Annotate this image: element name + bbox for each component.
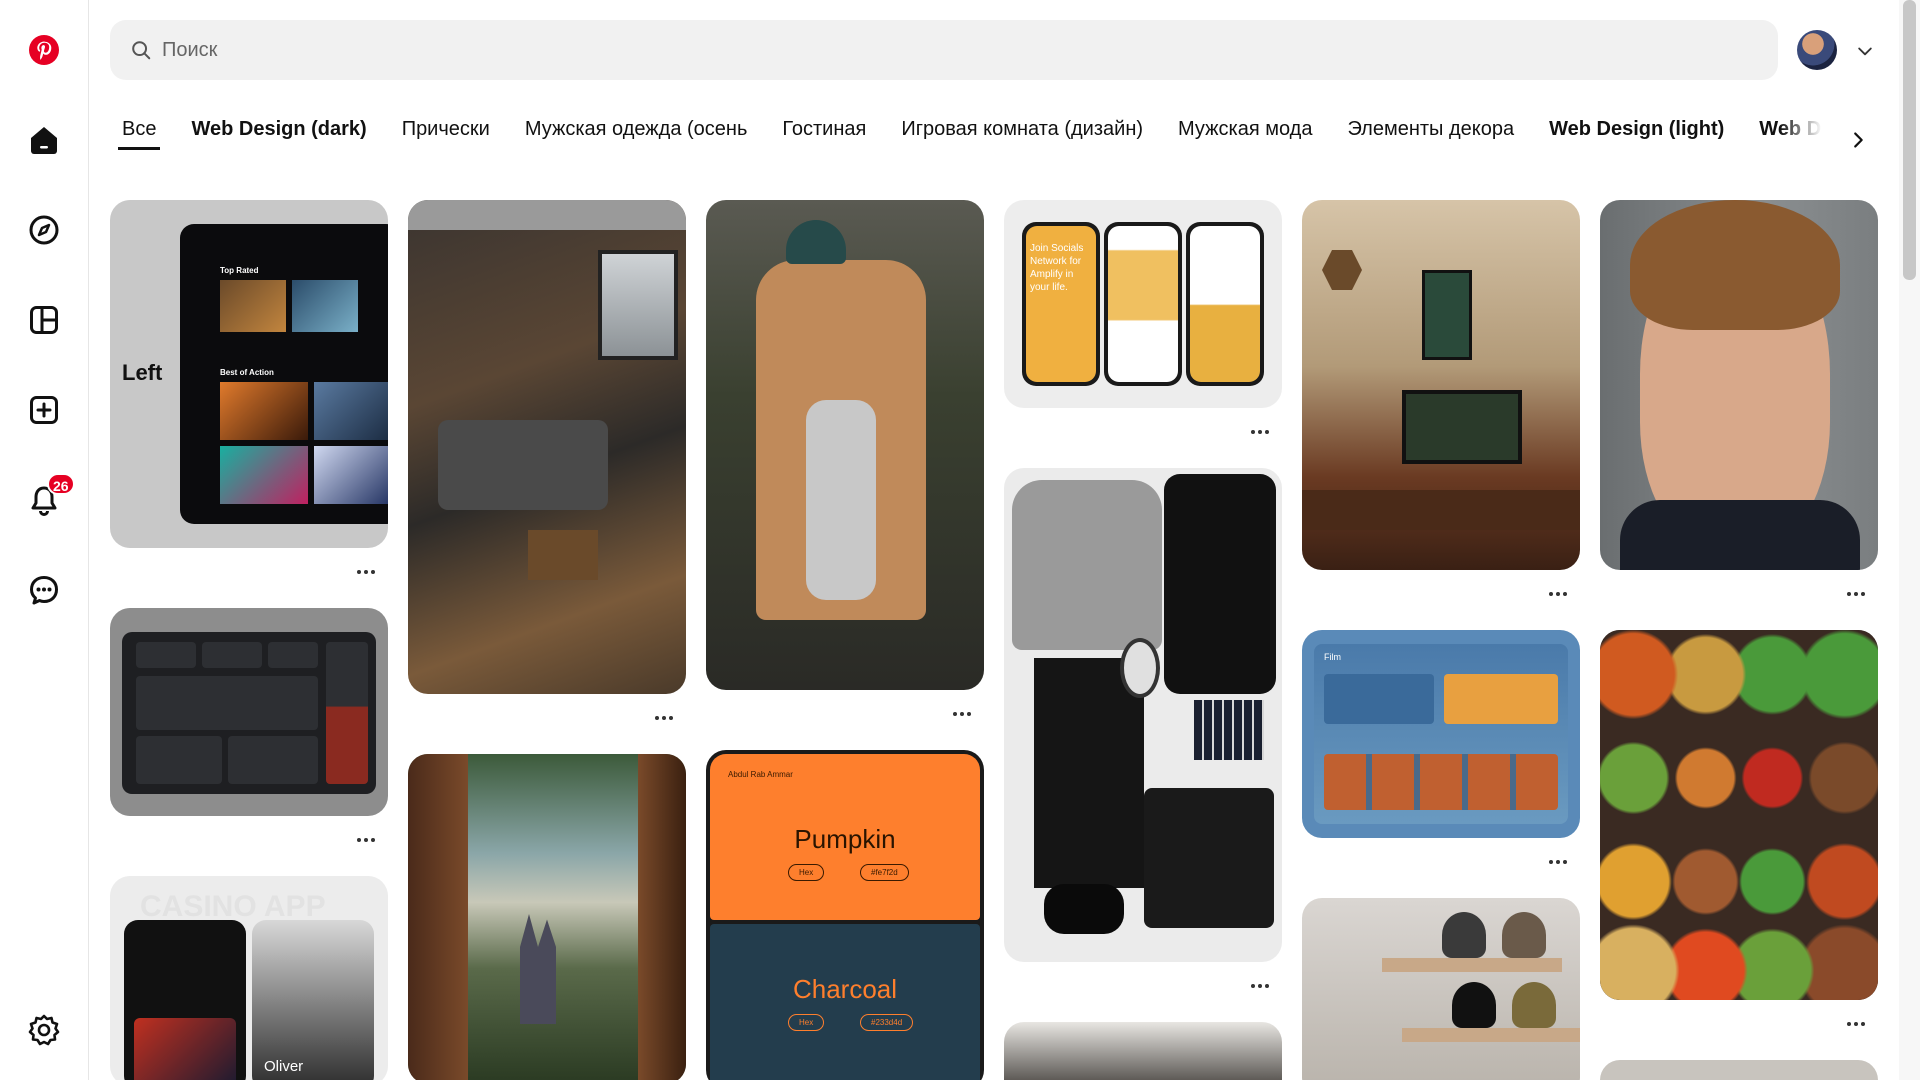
film-app-title: Film <box>1324 652 1341 662</box>
movie-thumb <box>314 382 388 440</box>
casino-title: CASINO APP <box>140 890 326 923</box>
charcoal-name: Charcoal <box>792 974 898 1004</box>
best-of-action-label: Best of Action <box>220 368 274 377</box>
dashboard-mockup <box>122 632 376 794</box>
movie-thumb <box>314 446 388 504</box>
chevron-down-icon <box>1858 47 1872 56</box>
phone-mockup: Oliver <box>252 920 374 1080</box>
pumpkin-name: Pumpkin <box>794 824 896 854</box>
pin-shelves[interactable] <box>1302 898 1580 1080</box>
more-options-button[interactable] <box>354 566 378 578</box>
more-options-button[interactable] <box>354 834 378 846</box>
more-options-button[interactable] <box>1546 588 1570 600</box>
pinterest-app: 26 Все Web Design (dark) Прически <box>0 0 1920 1080</box>
notification-badge: 26 <box>47 473 75 495</box>
tab-all[interactable]: Все <box>118 108 161 150</box>
phone-mockup: Join Socials Network for Amplify in your… <box>1022 222 1100 386</box>
pin-color-palette[interactable]: Abdul Rab Ammar Pumpkin Hex #fe7f2d Char… <box>706 750 984 1080</box>
pin-meal-prep[interactable] <box>1600 630 1878 1000</box>
chevron-right-icon <box>1854 132 1863 148</box>
settings-button[interactable] <box>20 1006 68 1054</box>
pin-forest-castle[interactable] <box>408 754 686 1080</box>
movie-thumb <box>220 382 308 440</box>
board-tabs: Все Web Design (dark) Прически Мужская одеж… <box>118 108 1838 156</box>
account-menu-button[interactable] <box>1852 38 1878 64</box>
compass-icon <box>29 215 59 245</box>
social-tagline: Join Socials Network for Amplify in your… <box>1030 243 1084 293</box>
pin-mens-fashion-coat[interactable] <box>706 200 984 690</box>
search-input[interactable] <box>162 38 1662 62</box>
movie-thumb <box>220 280 286 332</box>
more-options-button[interactable] <box>950 708 974 720</box>
pin-streaming-app[interactable]: Left Top Rated Best of Action <box>110 200 388 548</box>
pin-film-app[interactable]: Film <box>1302 630 1580 838</box>
pin-social-app[interactable]: Join Socials Network for Amplify in your… <box>1004 200 1282 408</box>
charcoal-swatch: Charcoal Hex #233d4d <box>710 924 980 1080</box>
avatar[interactable] <box>1797 30 1837 70</box>
pumpkin-swatch: Abdul Rab Ammar Pumpkin Hex #fe7f2d <box>710 754 980 920</box>
tablet-mockup: Top Rated Best of Action <box>180 224 388 524</box>
more-options-button[interactable] <box>1844 1018 1868 1030</box>
pin-dashboard[interactable] <box>110 608 388 816</box>
gear-icon <box>28 1014 60 1046</box>
movie-thumb <box>220 446 308 504</box>
tab-web-design-dark[interactable]: Web Design (dark) <box>187 108 370 151</box>
charcoal-hex-label: Hex <box>788 1014 825 1031</box>
search-bar[interactable] <box>110 20 1778 80</box>
tab-web-design-light[interactable]: Web Design (light) <box>1545 108 1728 151</box>
palette-author: Abdul Rab Ammar <box>728 770 793 779</box>
more-options-button[interactable] <box>1546 856 1570 868</box>
top-rated-label: Top Rated <box>220 266 259 275</box>
more-options-button[interactable] <box>1248 426 1272 438</box>
tabs-next-button[interactable] <box>1838 120 1878 160</box>
pinterest-logo[interactable] <box>20 26 68 74</box>
chat-icon <box>30 576 58 605</box>
sidebar: 26 <box>0 0 89 1080</box>
more-options-button[interactable] <box>652 712 676 724</box>
boards-icon <box>30 306 58 334</box>
plus-icon <box>30 396 58 424</box>
messages-button[interactable] <box>20 566 68 614</box>
tab-game-room-design[interactable]: Игровая комната (дизайн) <box>897 108 1147 151</box>
pin-overlay-label: Left <box>122 360 163 385</box>
pin-gaming-room[interactable] <box>1302 200 1580 570</box>
pin-jacket[interactable] <box>1004 1022 1282 1080</box>
pin-casino-app[interactable]: CASINO APP Oliver <box>110 876 388 1080</box>
phone-mockup <box>1186 222 1264 386</box>
pin-living-room[interactable] <box>408 200 686 694</box>
pin-hairstyle-portrait[interactable] <box>1600 200 1878 570</box>
boards-button[interactable] <box>20 296 68 344</box>
pumpkin-hex-label: Hex <box>788 864 825 881</box>
tab-decor-elements[interactable]: Элементы декора <box>1343 108 1518 151</box>
pin-outfit-flatlay[interactable] <box>1004 468 1282 962</box>
more-options-button[interactable] <box>1844 588 1868 600</box>
tab-living-room[interactable]: Гостиная <box>778 108 870 151</box>
tab-mens-clothing-autumn[interactable]: Мужская одежда (осень <box>521 108 752 151</box>
charcoal-hex-value: #233d4d <box>860 1014 914 1031</box>
scrollbar-thumb[interactable] <box>1903 0 1916 280</box>
create-button[interactable] <box>20 386 68 434</box>
home-button[interactable] <box>20 116 68 164</box>
phone-mockup <box>1104 222 1182 386</box>
profile-name: Oliver <box>264 1058 304 1075</box>
pumpkin-hex-value: #fe7f2d <box>860 864 909 881</box>
phone-mockup <box>124 920 246 1080</box>
movie-thumb <box>292 280 358 332</box>
notifications-button[interactable]: 26 <box>20 473 75 524</box>
home-icon <box>31 127 57 154</box>
explore-button[interactable] <box>20 206 68 254</box>
pinterest-icon <box>29 35 59 65</box>
tab-mens-fashion[interactable]: Мужская мода <box>1174 108 1316 151</box>
pin-partial[interactable] <box>1600 1060 1878 1080</box>
more-options-button[interactable] <box>1248 980 1272 992</box>
search-icon <box>132 41 151 60</box>
tab-hairstyles[interactable]: Прически <box>398 108 494 151</box>
